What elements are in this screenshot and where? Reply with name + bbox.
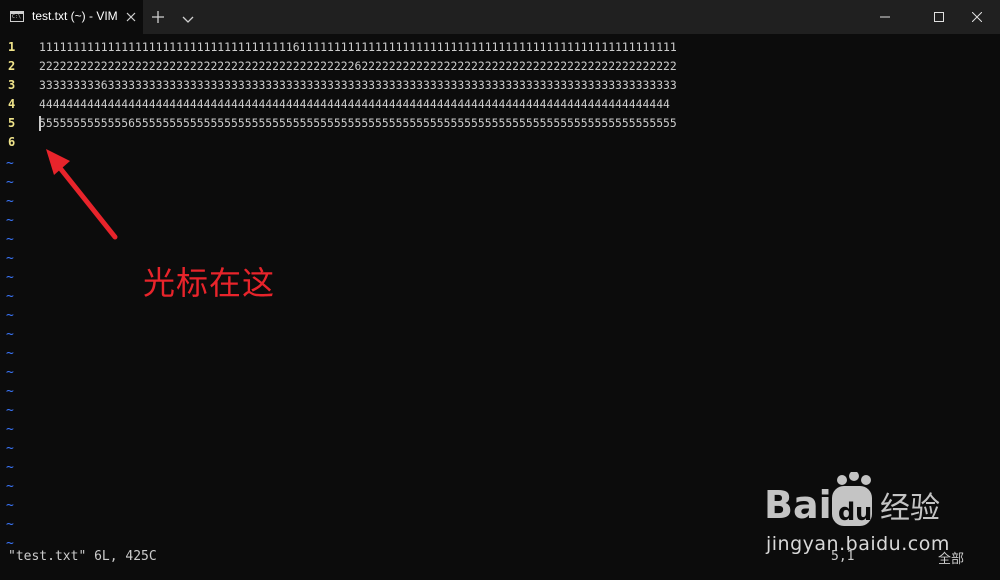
line-number: 4	[8, 97, 16, 111]
close-icon[interactable]	[124, 9, 138, 23]
line-text: 3333333336333333333333333333333333333333…	[39, 78, 677, 92]
tilde-marker: ~	[6, 479, 14, 494]
line-number: 2	[8, 59, 16, 73]
window-close-button[interactable]	[954, 0, 1000, 34]
tilde-marker: ~	[6, 270, 14, 285]
line-text: 1111111111111111111111111111111111111611…	[39, 40, 677, 54]
tilde-marker: ~	[6, 460, 14, 475]
new-tab-button[interactable]	[150, 9, 166, 25]
tilde-marker: ~	[6, 498, 14, 513]
tilde-marker: ~	[6, 289, 14, 304]
tilde-marker: ~	[6, 308, 14, 323]
tilde-marker: ~	[6, 365, 14, 380]
tilde-marker: ~	[6, 175, 14, 190]
red-arrow-icon	[46, 149, 118, 240]
tilde-marker: ~	[6, 384, 14, 399]
minimize-button[interactable]	[862, 0, 908, 34]
tab-vim[interactable]: test.txt (~) - VIM	[0, 0, 143, 34]
svg-text:Bai: Bai	[764, 483, 832, 527]
status-file-info: "test.txt" 6L, 425C	[8, 549, 157, 564]
svg-text:经验: 经验	[880, 491, 940, 526]
line-number: 5	[8, 116, 16, 130]
cursor-annotation: 光标在这	[143, 264, 276, 302]
watermark-url: jingyan.baidu.com	[766, 533, 950, 555]
line-number: 6	[8, 135, 16, 149]
tilde-marker: ~	[6, 156, 14, 171]
terminal-icon	[10, 11, 24, 22]
line-number: 1	[8, 40, 16, 54]
tilde-marker: ~	[6, 251, 14, 266]
tilde-marker: ~	[6, 517, 14, 532]
svg-text:du: du	[838, 498, 872, 526]
tilde-marker: ~	[6, 422, 14, 437]
line-number: 3	[8, 78, 16, 92]
tilde-marker: ~	[6, 213, 14, 228]
title-bar: test.txt (~) - VIM	[0, 0, 1000, 34]
line-text: 4444444444444444444444444444444444444444…	[39, 97, 670, 111]
tilde-marker: ~	[6, 346, 14, 361]
tilde-marker: ~	[6, 327, 14, 342]
chevron-down-icon[interactable]	[181, 11, 195, 23]
baidu-logo-icon: Bai du 经验	[764, 472, 940, 527]
line-text: 2222222222222222222222222222222222222222…	[39, 59, 677, 73]
tab-title: test.txt (~) - VIM	[32, 9, 118, 23]
tilde-marker: ~	[6, 403, 14, 418]
tilde-marker: ~	[6, 194, 14, 209]
tilde-marker: ~	[6, 441, 14, 456]
tilde-marker: ~	[6, 232, 14, 247]
line-text: 5555555555555655555555555555555555555555…	[39, 116, 677, 130]
